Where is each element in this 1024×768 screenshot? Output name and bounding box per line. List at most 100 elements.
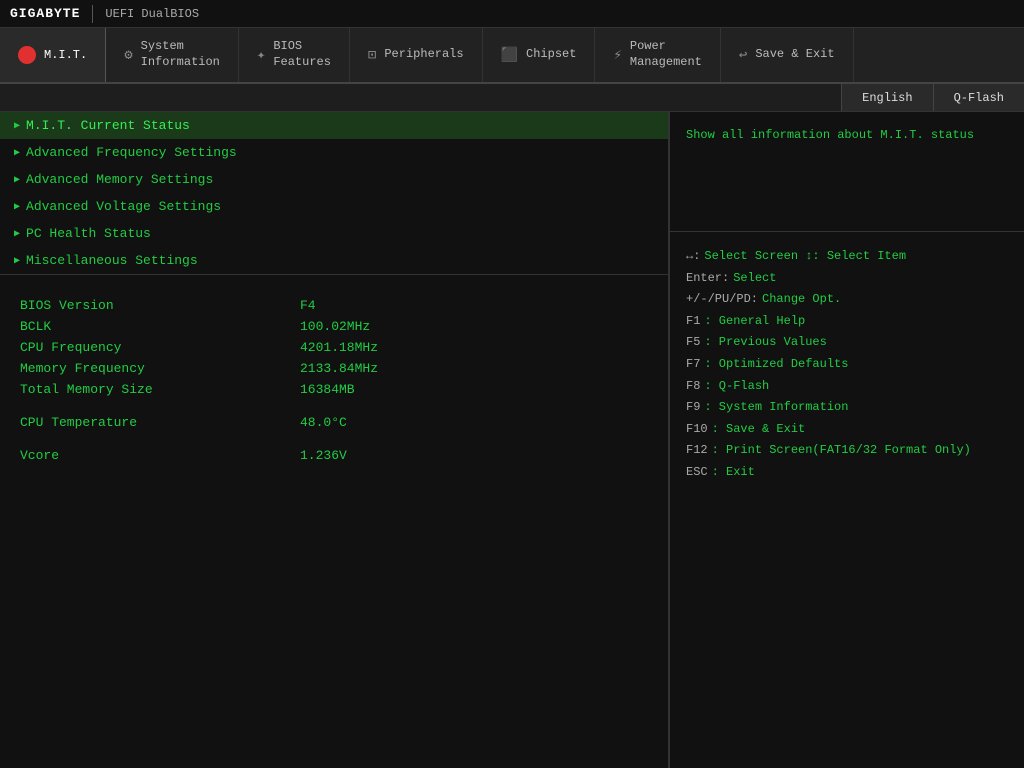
- info-row-4: Total Memory Size16384MB: [20, 379, 648, 400]
- arrow-icon: ▶: [14, 201, 20, 213]
- info-row-3: Memory Frequency2133.84MHz: [20, 358, 648, 379]
- tab-bios-label1: BIOS: [273, 39, 331, 55]
- power-icon: ⚡: [613, 47, 621, 64]
- main-content: ▶ M.I.T. Current Status ▶Advanced Frequenc…: [0, 112, 1024, 768]
- menu-item-label: Advanced Memory Settings: [26, 172, 213, 187]
- menu-item-misc[interactable]: ▶ Miscellaneous Settings: [0, 247, 668, 274]
- tab-chipset-label: Chipset: [526, 47, 576, 63]
- info-row-6: CPU Temperature48.0°C: [20, 412, 648, 433]
- help-row-5: F7: Optimized Defaults: [686, 354, 1008, 376]
- help-key-2: +/-/PU/PD:: [686, 289, 758, 311]
- menu-item-adv-mem[interactable]: ▶ Advanced Memory Settings: [0, 166, 668, 193]
- info-row-1: BCLK100.02MHz: [20, 316, 648, 337]
- help-row-3: F1: General Help: [686, 311, 1008, 333]
- tab-power-management[interactable]: ⚡ Power Management: [595, 28, 720, 82]
- peripherals-icon: ⊡: [368, 47, 376, 64]
- info-value-1: 100.02MHz: [300, 319, 370, 334]
- help-key-3: F1: [686, 311, 700, 333]
- help-row-4: F5: Previous Values: [686, 332, 1008, 354]
- chipset-icon: ⬛: [501, 47, 518, 64]
- tab-mit-label: M.I.T.: [44, 48, 87, 62]
- help-key-9: F12: [686, 440, 708, 462]
- arrow-icon: ▶: [14, 174, 20, 186]
- sysinfo-icon: ⚙: [124, 47, 132, 64]
- right-panel: Show all information about M.I.T. status…: [670, 112, 1024, 768]
- arrow-icon: ▶: [14, 120, 20, 132]
- menu-item-adv-volt[interactable]: ▶Advanced Voltage Settings: [0, 193, 668, 220]
- help-row-9: F12: Print Screen(FAT16/32 Format Only): [686, 440, 1008, 462]
- tab-save-exit[interactable]: ↩ Save & Exit: [721, 28, 854, 82]
- menu-item-mit-current[interactable]: ▶ M.I.T. Current Status: [0, 112, 668, 139]
- help-desc-1: Select: [733, 268, 776, 290]
- menu-item-label: PC Health Status: [26, 226, 151, 241]
- menu-list: ▶ M.I.T. Current Status ▶Advanced Frequenc…: [0, 112, 668, 275]
- help-key-0: ↔:: [686, 246, 700, 268]
- help-desc-4: : Previous Values: [704, 332, 826, 354]
- topbar: GIGABYTE UEFI DualBIOS: [0, 0, 1024, 28]
- tab-peripherals-label: Peripherals: [384, 47, 463, 63]
- arrow-icon: ▶: [14, 147, 20, 159]
- help-key-8: F10: [686, 419, 708, 441]
- help-desc-10: : Exit: [712, 462, 755, 484]
- brand-logo: GIGABYTE: [10, 6, 80, 21]
- tab-saveexit-label: Save & Exit: [755, 47, 834, 63]
- help-desc-2: Change Opt.: [762, 289, 841, 311]
- help-desc-7: : System Information: [704, 397, 848, 419]
- help-row-6: F8: Q-Flash: [686, 376, 1008, 398]
- description-area: Show all information about M.I.T. status: [670, 112, 1024, 232]
- tab-system-information[interactable]: ⚙ System Information: [106, 28, 239, 82]
- help-row-10: ESC: Exit: [686, 462, 1008, 484]
- info-label-2: CPU Frequency: [20, 340, 300, 355]
- tab-bios-features[interactable]: ✦ BIOS Features: [239, 28, 350, 82]
- help-row-2: +/-/PU/PD:Change Opt.: [686, 289, 1008, 311]
- saveexit-icon: ↩: [739, 47, 747, 64]
- qflash-button[interactable]: Q-Flash: [933, 84, 1024, 111]
- help-key-5: F7: [686, 354, 700, 376]
- info-label-4: Total Memory Size: [20, 382, 300, 397]
- tab-peripherals[interactable]: ⊡ Peripherals: [350, 28, 483, 82]
- qflash-label: Q-Flash: [954, 91, 1004, 105]
- info-row-2: CPU Frequency4201.18MHz: [20, 337, 648, 358]
- help-desc-6: : Q-Flash: [704, 376, 769, 398]
- help-row-8: F10: Save & Exit: [686, 419, 1008, 441]
- mit-dot-icon: [18, 46, 36, 64]
- info-value-0: F4: [300, 298, 316, 313]
- tab-chipset[interactable]: ⬛ Chipset: [483, 28, 596, 82]
- english-button[interactable]: English: [841, 84, 932, 111]
- help-desc-9: : Print Screen(FAT16/32 Format Only): [712, 440, 971, 462]
- info-value-3: 2133.84MHz: [300, 361, 378, 376]
- separator: [92, 5, 93, 23]
- menu-item-label: Miscellaneous Settings: [26, 253, 198, 268]
- nav-tabs: M.I.T. ⚙ System Information ✦ BIOS Featu…: [0, 28, 1024, 84]
- help-desc-3: : General Help: [704, 311, 805, 333]
- lang-row: English Q-Flash: [0, 84, 1024, 112]
- info-label-3: Memory Frequency: [20, 361, 300, 376]
- help-key-10: ESC: [686, 462, 708, 484]
- tab-power-label2: Management: [630, 55, 702, 71]
- tab-mit[interactable]: M.I.T.: [0, 28, 106, 82]
- help-area: ↔:Select Screen ↕: Select ItemEnter:Sele…: [670, 232, 1024, 768]
- help-desc-0: Select Screen ↕: Select Item: [704, 246, 906, 268]
- info-label-8: Vcore: [20, 448, 300, 463]
- tab-bios-label2: Features: [273, 55, 331, 71]
- arrow-icon: ▶: [14, 255, 20, 267]
- help-row-0: ↔:Select Screen ↕: Select Item: [686, 246, 1008, 268]
- menu-item-pc-health[interactable]: ▶ PC Health Status: [0, 220, 668, 247]
- help-key-4: F5: [686, 332, 700, 354]
- info-value-8: 1.236V: [300, 448, 347, 463]
- info-row-0: BIOS VersionF4: [20, 295, 648, 316]
- english-label: English: [862, 91, 912, 105]
- help-key-6: F8: [686, 376, 700, 398]
- bios-label: UEFI DualBIOS: [105, 7, 199, 21]
- help-row-1: Enter:Select: [686, 268, 1008, 290]
- description-text: Show all information about M.I.T. status: [686, 128, 974, 142]
- help-desc-8: : Save & Exit: [712, 419, 806, 441]
- arrow-icon: ▶: [14, 228, 20, 240]
- info-table: BIOS VersionF4BCLK100.02MHzCPU Frequency…: [0, 275, 668, 768]
- menu-item-label: M.I.T. Current Status: [26, 118, 190, 133]
- info-value-4: 16384MB: [300, 382, 355, 397]
- menu-item-adv-freq[interactable]: ▶Advanced Frequency Settings: [0, 139, 668, 166]
- info-label-1: BCLK: [20, 319, 300, 334]
- help-key-7: F9: [686, 397, 700, 419]
- tab-power-label1: Power: [630, 39, 702, 55]
